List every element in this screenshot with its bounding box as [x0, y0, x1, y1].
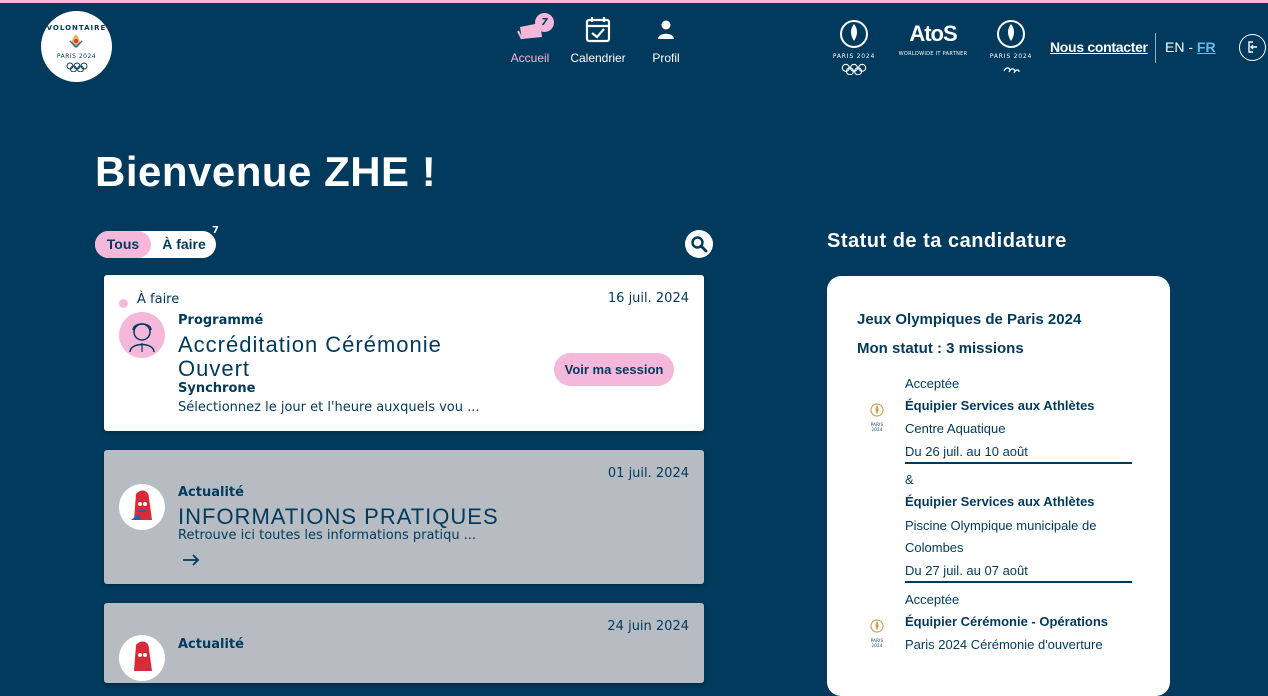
search-button[interactable] — [685, 230, 713, 258]
card-date: 16 juil. 2024 — [607, 291, 689, 306]
atos-subtitle: WORLDWIDE IT PARTNER — [898, 51, 968, 57]
card-description: Sélectionnez le jour et l'heure auxquels… — [178, 400, 480, 415]
logout-icon — [1248, 41, 1257, 53]
nav-calendrier-label: Calendrier — [570, 51, 626, 65]
language-switcher: EN - FR — [1165, 39, 1216, 55]
card-status: À faire — [137, 292, 180, 307]
entry-venue-line1: Piscine Olympique municipale de — [905, 518, 1097, 533]
nav-accueil[interactable]: 7 Accueil — [510, 13, 554, 65]
voir-session-button[interactable]: Voir ma session — [554, 353, 674, 386]
mascot-avatar-icon — [119, 484, 165, 530]
olympic-logo-text: PARIS 2024 — [832, 53, 876, 60]
calendar-check-icon — [568, 13, 628, 45]
entry-divider — [905, 462, 1132, 464]
contact-link[interactable]: Nous contacter — [1050, 39, 1148, 55]
lang-separator: - — [1188, 39, 1194, 55]
entry-dates: Du 27 juil. au 07 août — [905, 563, 1028, 578]
paris2024-olympic-logo: PARIS 2024 — [828, 19, 880, 79]
entry-divider — [905, 581, 1132, 583]
card-date: 01 juil. 2024 — [607, 466, 689, 481]
application-status-panel: Jeux Olympiques de Paris 2024 Mon statut… — [827, 276, 1170, 696]
volunteer-avatar-icon — [119, 312, 165, 358]
lang-fr[interactable]: FR — [1197, 39, 1216, 55]
card-mode: Synchrone — [178, 381, 256, 396]
user-icon — [648, 13, 684, 45]
entry-connector: & — [905, 472, 914, 487]
flame-icon — [870, 619, 884, 633]
card-title-line1: Accréditation Cérémonie — [178, 332, 442, 357]
nav-accueil-label: Accueil — [510, 51, 550, 65]
entry-role: Équipier Services aux Athlètes — [905, 398, 1095, 413]
mascot-avatar-icon — [119, 635, 165, 681]
news-card-informations[interactable]: 01 juil. 2024 Actualité INFORMATIONS PRA… — [104, 450, 704, 584]
header-divider — [1155, 33, 1156, 63]
logo-bottom-text: PARIS 2024 — [56, 53, 97, 60]
lang-en[interactable]: EN — [1165, 39, 1184, 55]
card-type: Actualité — [178, 485, 244, 500]
card-date: 24 juin 2024 — [607, 619, 689, 634]
search-icon — [691, 236, 708, 253]
news-card-3[interactable]: 24 juin 2024 Actualité — [104, 603, 704, 683]
entry-role: Équipier Services aux Athlètes — [905, 494, 1095, 509]
accueil-badge: 7 — [535, 13, 554, 32]
agitos-icon — [1003, 67, 1020, 74]
card-type: Actualité — [178, 637, 244, 652]
volontaire-logo[interactable]: VOLONTAIRE PARIS 2024 — [41, 11, 112, 82]
atos-wordmark: AtoS — [909, 21, 957, 46]
task-card-accreditation[interactable]: À faire 16 juil. 2024 Programmé Accrédit… — [104, 275, 704, 431]
entry-dates: Du 26 juil. au 10 août — [905, 444, 1028, 459]
olympic-rings-icon — [841, 63, 867, 76]
filter-a-faire[interactable]: À faire — [157, 231, 211, 258]
nav-calendrier[interactable]: Calendrier — [568, 13, 628, 65]
flame-icon — [870, 403, 884, 417]
application-status-title: Statut de ta candidature — [827, 230, 1067, 252]
card-title-line2: Ouvert — [178, 356, 251, 381]
entry-state: Acceptée — [905, 592, 960, 607]
flame-icon — [69, 34, 83, 49]
logout-button[interactable] — [1239, 34, 1266, 61]
games-title: Jeux Olympiques de Paris 2024 — [857, 311, 1082, 328]
paris2024-mini-logo: PARIS 2024 — [865, 402, 889, 432]
filter-a-faire-count: 7 — [212, 225, 219, 236]
filter-tous[interactable]: Tous — [95, 231, 151, 258]
missions-count: Mon statut : 3 missions — [857, 340, 1024, 357]
entry-role: Équipier Cérémonie - Opérations — [905, 614, 1108, 629]
nav-profil[interactable]: Profil — [648, 13, 684, 65]
entry-state: Acceptée — [905, 376, 960, 391]
entry-venue: Paris 2024 Cérémonie d'ouverture — [905, 637, 1103, 652]
entry-venue: Centre Aquatique — [905, 421, 1006, 436]
paralympic-logo-text: PARIS 2024 — [989, 53, 1033, 60]
home-cart-icon: 7 — [510, 13, 554, 45]
paris2024-paralympic-logo: PARIS 2024 — [986, 19, 1036, 79]
card-title: INFORMATIONS PRATIQUES — [178, 504, 499, 529]
arrow-right-icon[interactable] — [182, 554, 200, 566]
olympic-rings-icon — [66, 62, 88, 72]
filter-toggle: Tous À faire — [95, 231, 216, 258]
mini-logo-text: PARIS 2024 — [870, 422, 884, 432]
status-dot — [119, 299, 128, 308]
atos-logo: AtoS WORLDWIDE IT PARTNER — [898, 19, 968, 57]
card-description: Retrouve ici toutes les informations pra… — [178, 528, 477, 543]
nav-profil-label: Profil — [652, 51, 680, 65]
logo-top-text: VOLONTAIRE — [46, 24, 107, 32]
header: VOLONTAIRE PARIS 2024 7 Accueil Calendri… — [0, 3, 1268, 93]
mini-logo-text: PARIS 2024 — [870, 638, 884, 648]
paris2024-mini-logo: PARIS 2024 — [865, 618, 889, 648]
olympic-flame-icon — [840, 20, 868, 48]
entry-venue-line2: Colombes — [905, 540, 964, 555]
paralympic-flame-icon — [997, 20, 1025, 48]
page-title: Bienvenue ZHE ! — [95, 148, 437, 195]
card-type: Programmé — [178, 313, 264, 328]
